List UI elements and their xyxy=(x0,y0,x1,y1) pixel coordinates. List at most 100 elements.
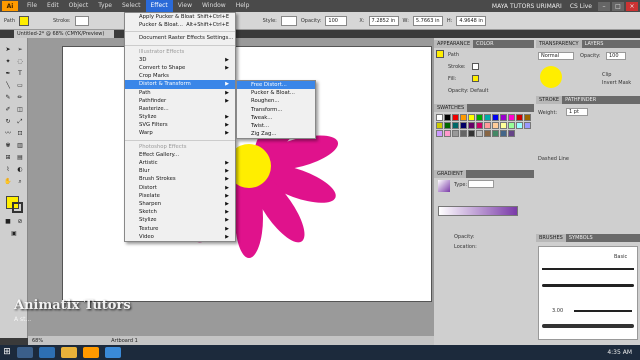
screen-mode-icon[interactable]: ▣ xyxy=(9,230,19,238)
stroke-field[interactable] xyxy=(74,15,89,26)
color-swatch[interactable] xyxy=(516,122,523,129)
free-transform-icon[interactable]: ⊡ xyxy=(15,130,25,138)
maximize-button[interactable]: □ xyxy=(612,1,624,11)
color-mode-icon[interactable]: ■ xyxy=(3,218,13,226)
effect-menu-item[interactable]: Brush Strokes ▶ xyxy=(125,175,235,183)
appearance-opacity[interactable]: Opacity: Default xyxy=(448,88,488,94)
effect-menu-item[interactable]: Sharpen ▶ xyxy=(125,200,235,208)
pencil-tool-icon[interactable]: ✏ xyxy=(15,94,25,102)
color-swatch[interactable] xyxy=(444,114,451,121)
blob-brush-icon[interactable]: ✐ xyxy=(3,106,13,114)
workspace-title[interactable]: MAYA TUTORS URIMARI xyxy=(492,3,562,10)
close-button[interactable]: × xyxy=(626,1,638,11)
color-swatch[interactable] xyxy=(500,122,507,129)
clip-checkbox[interactable]: Clip xyxy=(602,72,611,78)
warp-tool-icon[interactable]: 〰 xyxy=(3,130,13,138)
x-field[interactable]: 7.2852 in xyxy=(368,15,399,26)
color-swatch[interactable] xyxy=(500,130,507,137)
tab-swatches[interactable]: SWATCHES xyxy=(434,104,468,112)
color-swatch[interactable] xyxy=(476,114,483,121)
effect-menu-item[interactable]: Crop Marks xyxy=(125,72,235,80)
magic-wand-icon[interactable]: ✦ xyxy=(3,58,13,66)
eyedropper-icon[interactable]: ⌇ xyxy=(3,166,13,174)
tab-pathfinder[interactable]: PATHFINDER xyxy=(562,96,599,104)
rectangle-tool-icon[interactable]: ▭ xyxy=(15,82,25,90)
effect-menu-item[interactable]: Pixelate ▶ xyxy=(125,192,235,200)
color-swatch[interactable] xyxy=(508,130,515,137)
line-tool-icon[interactable]: ╲ xyxy=(3,82,13,90)
dashed-line-checkbox[interactable]: Dashed Line xyxy=(538,156,569,162)
brush-stroke[interactable] xyxy=(542,284,634,287)
illustrator-taskbar-icon[interactable] xyxy=(83,347,99,358)
lasso-icon[interactable]: ◌ xyxy=(15,58,25,66)
submenu-item[interactable]: Zig Zag... xyxy=(237,130,315,138)
symbol-sprayer-icon[interactable]: ✾ xyxy=(3,142,13,150)
color-swatch[interactable] xyxy=(484,130,491,137)
gradient-tool-icon[interactable]: ▤ xyxy=(15,154,25,162)
effect-menu-item[interactable]: Stylize ▶ xyxy=(125,216,235,224)
color-swatch[interactable] xyxy=(476,122,483,129)
menu-effect[interactable]: Effect xyxy=(145,0,173,12)
menu-object[interactable]: Object xyxy=(64,0,94,12)
menu-view[interactable]: View xyxy=(173,0,197,12)
color-swatch[interactable] xyxy=(524,122,531,129)
blend-tool-icon[interactable]: ◐ xyxy=(15,166,25,174)
submenu-item[interactable]: Roughen... xyxy=(237,97,315,105)
tab-stroke[interactable]: STROKE xyxy=(536,96,563,104)
color-swatch[interactable] xyxy=(452,122,459,129)
color-swatch[interactable] xyxy=(508,114,515,121)
gradient-slider[interactable] xyxy=(438,206,518,216)
color-swatch[interactable] xyxy=(436,130,443,137)
start-icon[interactable]: ⊞ xyxy=(0,345,14,360)
pen-tool-icon[interactable]: ✒ xyxy=(3,70,13,78)
style-picker[interactable] xyxy=(280,15,297,26)
file-explorer-icon[interactable] xyxy=(61,347,77,358)
hand-tool-icon[interactable]: ✋ xyxy=(3,178,13,186)
submenu-item[interactable]: Tweak... xyxy=(237,114,315,122)
tab-gradient[interactable]: GRADIENT xyxy=(434,170,466,178)
swatch-grid[interactable] xyxy=(436,114,534,158)
color-swatch[interactable] xyxy=(516,114,523,121)
submenu-item[interactable]: Pucker & Bloat... xyxy=(237,89,315,97)
graph-tool-icon[interactable]: ▥ xyxy=(15,142,25,150)
color-swatch[interactable] xyxy=(492,114,499,121)
appearance-fill[interactable]: Fill: xyxy=(448,76,456,82)
color-swatch[interactable] xyxy=(468,114,475,121)
menu-type[interactable]: Type xyxy=(93,0,117,12)
artboard-navigator[interactable]: Artboard 1 xyxy=(111,338,138,344)
submenu-item[interactable]: Transform... xyxy=(237,106,315,114)
submenu-item[interactable]: Free Distort... xyxy=(237,81,315,90)
clock[interactable]: 4:35 AM xyxy=(607,349,632,356)
rotate-tool-icon[interactable]: ↻ xyxy=(3,118,13,126)
selection-tool-icon[interactable]: ➤ xyxy=(3,46,13,54)
gradient-type-select[interactable] xyxy=(468,180,494,188)
transparency-opacity-field[interactable]: 100 xyxy=(606,52,626,60)
zoom-tool-icon[interactable]: ⌕ xyxy=(15,178,25,186)
brush-stroke[interactable] xyxy=(574,310,632,312)
effect-menu-item[interactable]: Distort & Transform ▶ xyxy=(125,80,235,89)
color-swatch[interactable] xyxy=(460,130,467,137)
brush-stroke[interactable] xyxy=(542,268,634,270)
weight-field[interactable]: 1 pt xyxy=(566,108,588,116)
tab-transparency[interactable]: TRANSPARENCY xyxy=(536,40,582,48)
color-swatch[interactable] xyxy=(484,114,491,121)
color-swatch[interactable] xyxy=(444,130,451,137)
minimize-button[interactable]: – xyxy=(598,1,610,11)
effect-menu-item[interactable]: Artistic ▶ xyxy=(125,159,235,167)
effect-menu-item[interactable]: Warp ▶ xyxy=(125,129,235,137)
tab-layers[interactable]: LAYERS xyxy=(582,40,607,48)
color-swatch[interactable] xyxy=(444,122,451,129)
type-tool-icon[interactable]: T xyxy=(15,70,25,78)
tab-brushes[interactable]: BRUSHES xyxy=(536,234,566,242)
w-field[interactable]: 5.7663 in xyxy=(412,15,443,26)
menu-help[interactable]: Help xyxy=(231,0,255,12)
effect-menu-item[interactable]: 3D ▶ xyxy=(125,56,235,64)
mesh-tool-icon[interactable]: ⊞ xyxy=(3,154,13,162)
tab-symbols[interactable]: SYMBOLS xyxy=(566,234,596,242)
effect-menu-item[interactable]: Sketch ▶ xyxy=(125,208,235,216)
submenu-item[interactable]: Twist... xyxy=(237,122,315,130)
effect-menu-item[interactable]: Texture ▶ xyxy=(125,225,235,233)
fill-swatch-small[interactable] xyxy=(472,75,479,82)
color-swatch[interactable] xyxy=(468,122,475,129)
menu-window[interactable]: Window xyxy=(197,0,231,12)
